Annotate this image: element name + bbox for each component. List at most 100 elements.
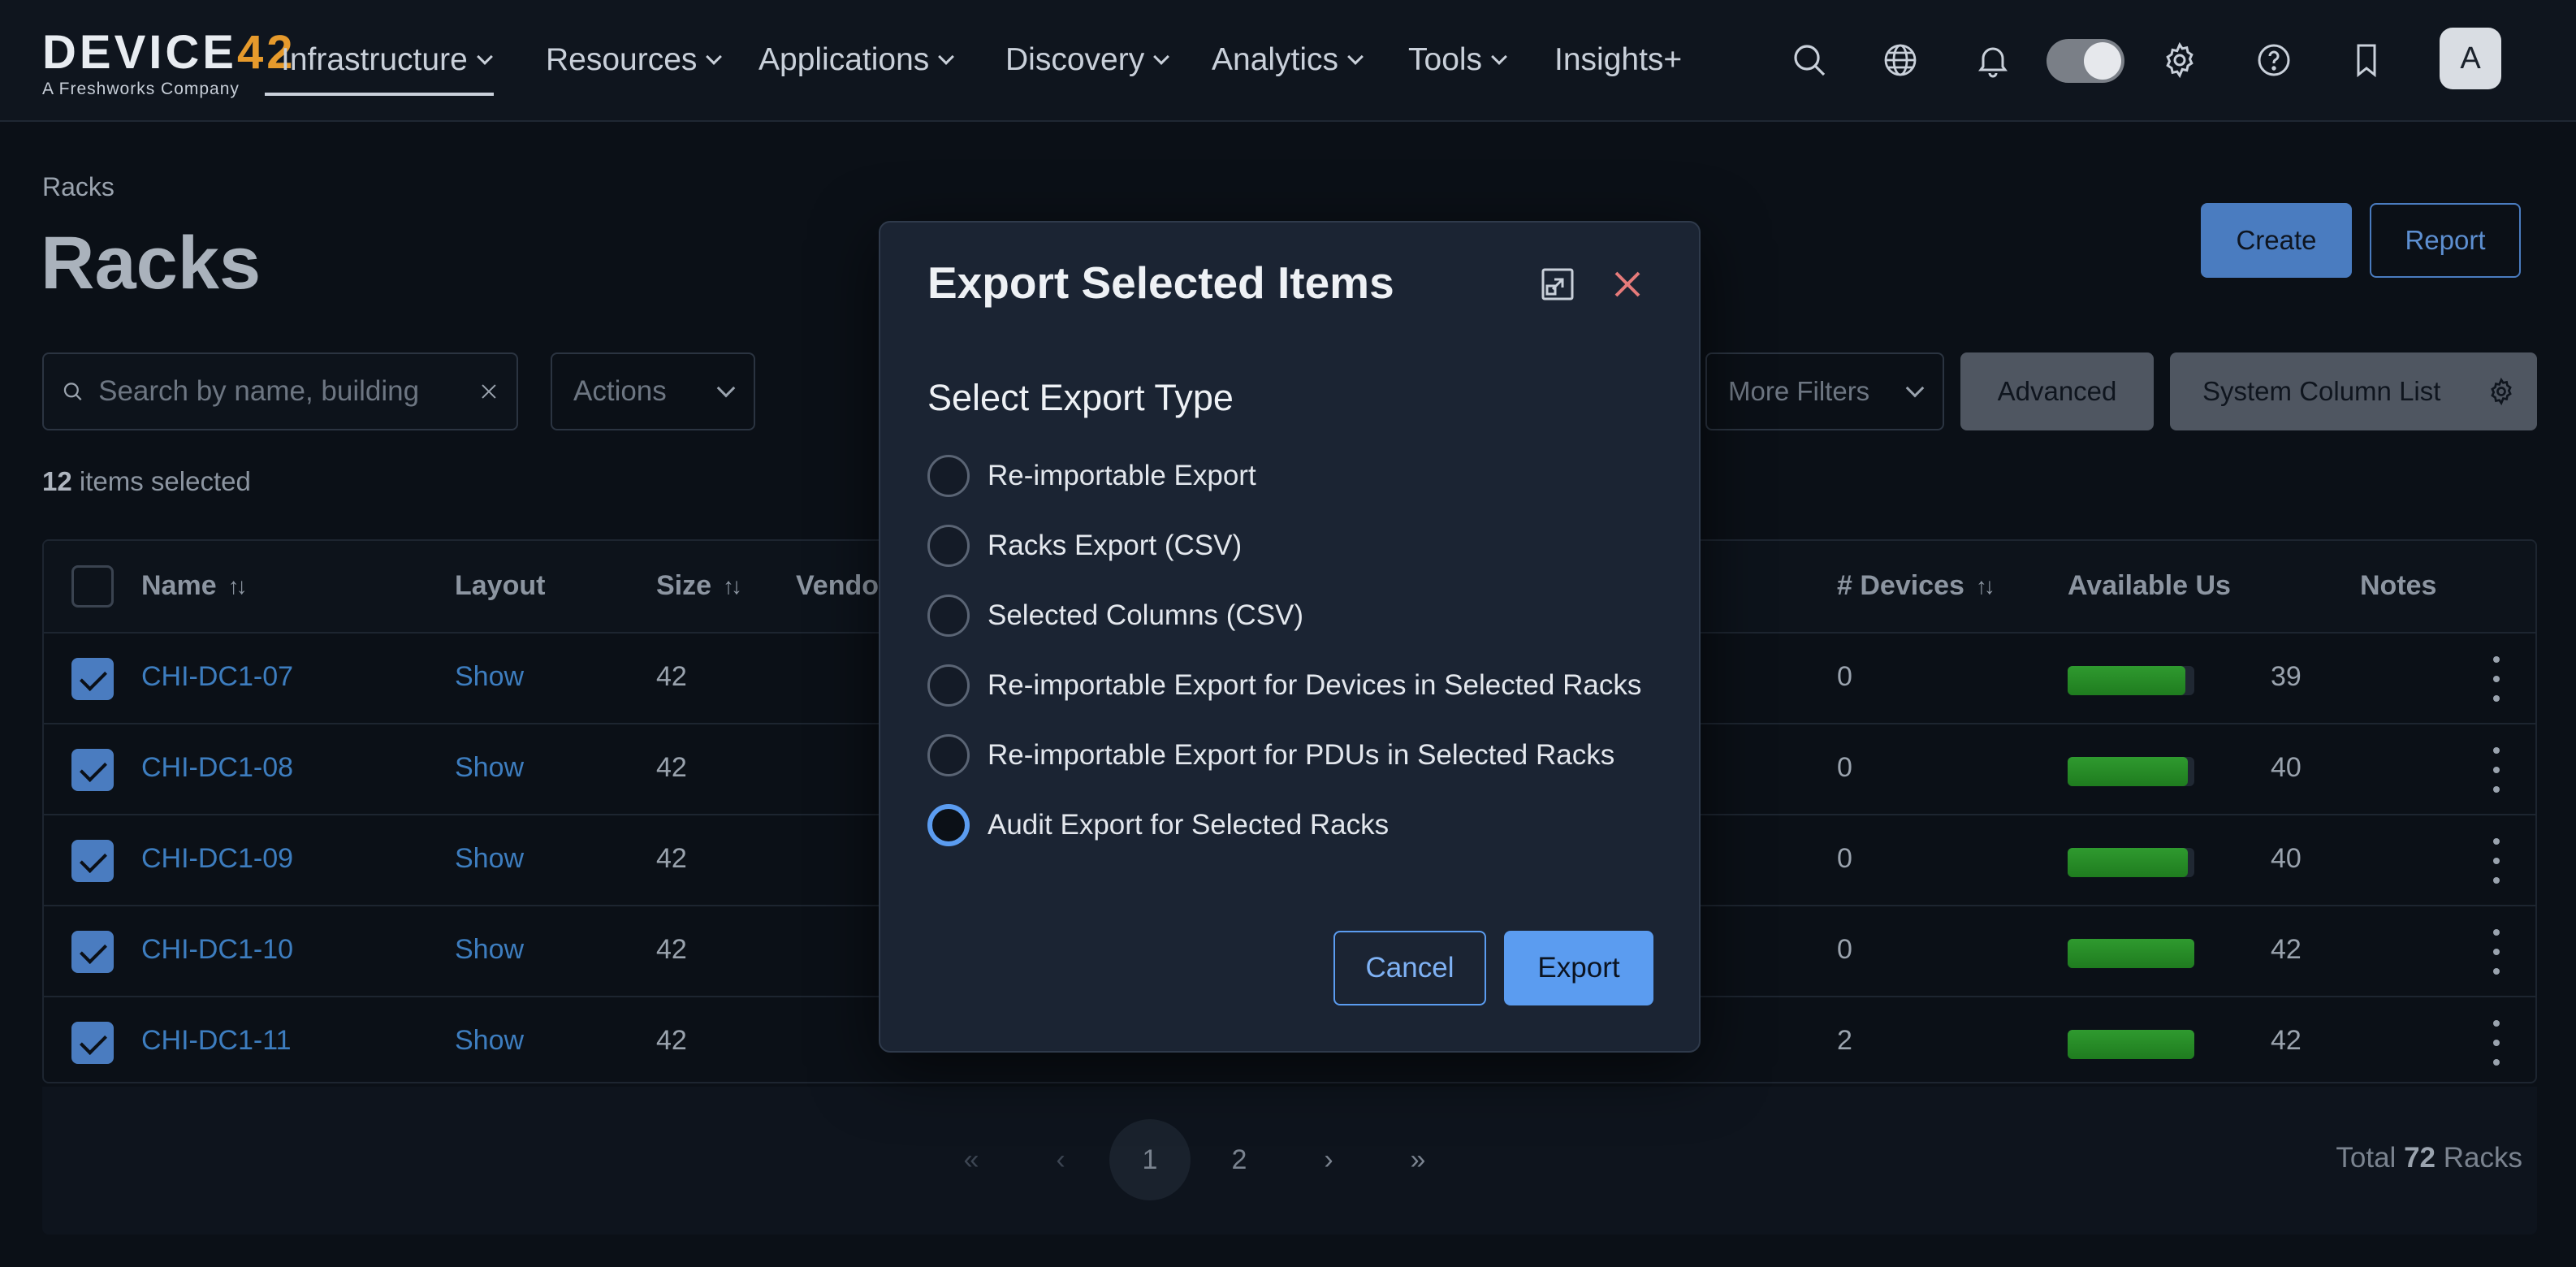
page-2-button[interactable]: 2 xyxy=(1215,1127,1264,1192)
row-checkbox[interactable] xyxy=(71,749,114,791)
export-option-devices-in-racks[interactable]: Re-importable Export for Devices in Sele… xyxy=(927,663,1641,708)
available-us-bar xyxy=(2068,848,2194,877)
select-all-checkbox[interactable] xyxy=(71,565,114,608)
export-option-reimportable[interactable]: Re-importable Export xyxy=(927,453,1256,499)
device-count: 0 xyxy=(1837,843,1852,874)
breadcrumb[interactable]: Racks xyxy=(42,172,115,202)
globe-icon[interactable] xyxy=(1878,37,1923,83)
search-icon[interactable] xyxy=(1787,37,1832,83)
cancel-button[interactable]: Cancel xyxy=(1333,931,1486,1005)
device-count: 2 xyxy=(1837,1025,1852,1056)
actions-dropdown[interactable]: Actions xyxy=(551,352,755,430)
selected-count-label: items selected xyxy=(79,466,251,496)
layout-show-link[interactable]: Show xyxy=(455,661,524,693)
export-option-pdus-in-racks[interactable]: Re-importable Export for PDUs in Selecte… xyxy=(927,733,1614,778)
row-menu-icon[interactable] xyxy=(2488,838,2505,884)
avatar[interactable]: A xyxy=(2440,28,2501,89)
available-us-bar-fill xyxy=(2068,666,2186,695)
column-header-available-us: Available Us xyxy=(2068,570,2231,601)
available-us-value: 40 xyxy=(2271,843,2302,874)
row-checkbox[interactable] xyxy=(71,840,114,882)
available-us-value: 42 xyxy=(2271,1025,2302,1056)
sort-icon[interactable]: ↑↓ xyxy=(228,573,248,599)
radio-button[interactable] xyxy=(927,525,970,567)
rack-name-link[interactable]: CHI-DC1-08 xyxy=(141,752,293,784)
radio-button[interactable] xyxy=(927,734,970,776)
bell-icon[interactable] xyxy=(1970,37,2016,83)
nav-analytics[interactable]: Analytics xyxy=(1212,37,1364,83)
radio-button[interactable] xyxy=(927,595,970,637)
row-menu-icon[interactable] xyxy=(2488,929,2505,975)
sort-icon[interactable]: ↑↓ xyxy=(723,573,742,599)
rack-name-link[interactable]: CHI-DC1-07 xyxy=(141,661,293,693)
report-button[interactable]: Report xyxy=(2370,203,2521,278)
layout-show-link[interactable]: Show xyxy=(455,843,524,875)
clear-icon[interactable] xyxy=(479,379,499,404)
column-header-size[interactable]: Size ↑↓ xyxy=(656,570,742,602)
export-option-selected-columns[interactable]: Selected Columns (CSV) xyxy=(927,593,1303,638)
chevron-down-icon xyxy=(1905,378,1925,398)
radio-button[interactable] xyxy=(927,664,970,707)
row-checkbox[interactable] xyxy=(71,658,114,700)
option-label: Re-importable Export for PDUs in Selecte… xyxy=(988,739,1615,771)
system-column-list-button[interactable]: System Column List xyxy=(2170,352,2537,430)
available-us-bar-fill xyxy=(2068,939,2194,968)
create-button[interactable]: Create xyxy=(2201,203,2352,278)
nav-tools-label: Tools xyxy=(1408,42,1483,77)
row-checkbox[interactable] xyxy=(71,931,114,973)
rack-name-link[interactable]: CHI-DC1-09 xyxy=(141,843,293,875)
row-menu-icon[interactable] xyxy=(2488,656,2505,702)
nav-infrastructure[interactable]: Infrastructure xyxy=(265,37,494,96)
column-header-name[interactable]: Name ↑↓ xyxy=(141,570,248,602)
more-filters-dropdown[interactable]: More Filters xyxy=(1705,352,1944,430)
next-page-button[interactable]: › xyxy=(1304,1127,1353,1192)
row-menu-icon[interactable] xyxy=(2488,1020,2505,1066)
chevron-down-icon xyxy=(1491,49,1507,65)
close-icon[interactable] xyxy=(1608,265,1647,304)
expand-icon[interactable] xyxy=(1538,265,1577,304)
nav-resources[interactable]: Resources xyxy=(546,37,723,83)
layout-show-link[interactable]: Show xyxy=(455,934,524,966)
nav-discovery[interactable]: Discovery xyxy=(1005,37,1170,83)
first-page-button[interactable]: « xyxy=(947,1127,996,1192)
rack-name-link[interactable]: CHI-DC1-11 xyxy=(141,1025,292,1057)
page-1-button[interactable]: 1 xyxy=(1109,1119,1191,1200)
actions-label: Actions xyxy=(573,375,667,407)
prev-page-button[interactable]: ‹ xyxy=(1036,1127,1085,1192)
rack-size: 42 xyxy=(656,1025,687,1056)
bookmark-icon[interactable] xyxy=(2344,37,2389,83)
radio-button[interactable] xyxy=(927,804,970,846)
device42-logo[interactable]: DEVICE42 A Freshworks Company xyxy=(42,29,296,99)
theme-toggle[interactable] xyxy=(2047,39,2124,83)
available-us-value: 42 xyxy=(2271,934,2302,965)
column-header-vendor: Vendor xyxy=(796,570,890,601)
gear-icon[interactable] xyxy=(2157,37,2202,83)
advanced-button[interactable]: Advanced xyxy=(1960,352,2154,430)
export-type-heading: Select Export Type xyxy=(927,377,1234,418)
row-checkbox[interactable] xyxy=(71,1022,114,1064)
layout-show-link[interactable]: Show xyxy=(455,752,524,784)
available-us-value: 39 xyxy=(2271,661,2302,692)
selected-count-number: 12 xyxy=(42,466,72,496)
nav-tools[interactable]: Tools xyxy=(1408,37,1507,83)
chevron-down-icon xyxy=(1347,49,1364,65)
layout-show-link[interactable]: Show xyxy=(455,1025,524,1057)
export-option-audit[interactable]: Audit Export for Selected Racks xyxy=(927,802,1389,848)
rack-name-link[interactable]: CHI-DC1-10 xyxy=(141,934,293,966)
nav-insights[interactable]: Insights+ xyxy=(1554,37,1682,83)
search-input[interactable] xyxy=(98,375,465,408)
export-option-racks-csv[interactable]: Racks Export (CSV) xyxy=(927,523,1242,569)
last-page-button[interactable]: » xyxy=(1394,1127,1442,1192)
nav-applications[interactable]: Applications xyxy=(759,37,955,83)
row-menu-icon[interactable] xyxy=(2488,747,2505,793)
column-header-devices[interactable]: # Devices ↑↓ xyxy=(1837,570,1995,602)
modal-title: Export Selected Items xyxy=(927,257,1394,308)
rack-size: 42 xyxy=(656,752,687,783)
radio-button[interactable] xyxy=(927,455,970,497)
rack-size: 42 xyxy=(656,934,687,965)
gear-icon xyxy=(2491,377,2512,406)
help-icon[interactable] xyxy=(2251,37,2297,83)
sort-icon[interactable]: ↑↓ xyxy=(1976,573,1995,599)
available-us-bar xyxy=(2068,939,2194,968)
export-button[interactable]: Export xyxy=(1504,931,1653,1005)
